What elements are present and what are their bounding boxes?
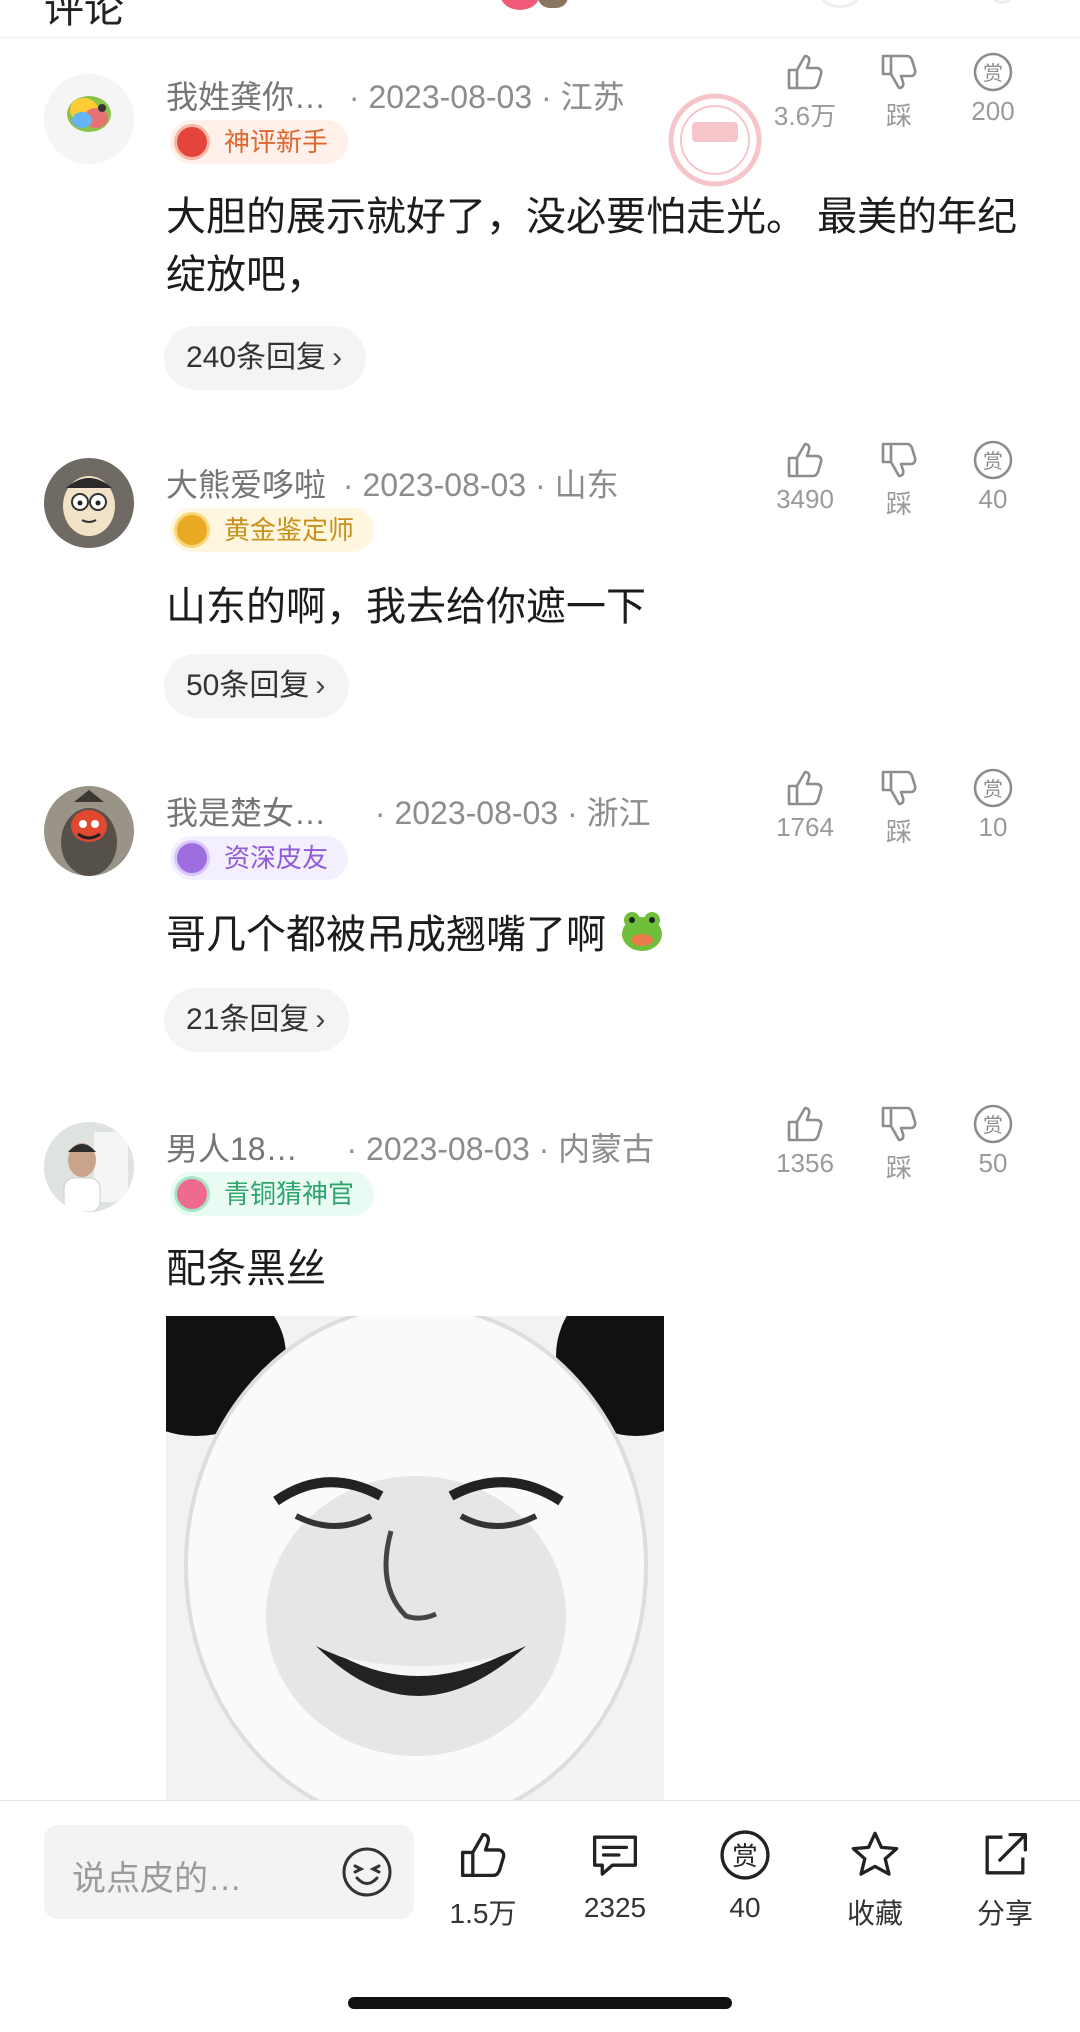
username[interactable]: 我姓龚你… bbox=[166, 79, 326, 115]
post-comment-button[interactable]: 2325 bbox=[560, 1827, 670, 1924]
thumbs-down-icon bbox=[881, 1106, 917, 1142]
reward-button[interactable]: 赏 50 bbox=[948, 1102, 1038, 1179]
svg-text:赏: 赏 bbox=[983, 449, 1003, 473]
favorite-button[interactable]: 收藏 bbox=[820, 1827, 930, 1932]
comment-meta: 男人18… · 2023-08-03 · 内蒙古 bbox=[166, 1124, 654, 1170]
comment-input-placeholder: 说点皮的… bbox=[72, 1860, 242, 1898]
username[interactable]: 男人18… bbox=[166, 1131, 298, 1167]
author-avatar-secondary bbox=[538, 0, 568, 8]
thumbs-up-icon bbox=[787, 1106, 823, 1142]
comment-meta: 我姓龚你… · 2023-08-03 · 江苏 bbox=[166, 72, 625, 118]
header-action-icon[interactable] bbox=[820, 0, 860, 8]
chevron-right-icon: › bbox=[315, 1003, 326, 1036]
thumbs-up-icon bbox=[787, 54, 823, 90]
comment-meta: 我是楚女… · 2023-08-03 · 浙江 bbox=[166, 788, 651, 834]
home-indicator[interactable] bbox=[348, 1997, 732, 2009]
post-like-button[interactable]: 1.5万 bbox=[428, 1827, 538, 1932]
post-reward-button[interactable]: 赏 40 bbox=[690, 1827, 800, 1924]
reward-icon: 赏 bbox=[720, 1830, 770, 1880]
badge-icon bbox=[174, 124, 210, 160]
comment-text: 山东的啊，我去给你遮一下 bbox=[166, 585, 646, 629]
share-button[interactable]: 分享 bbox=[950, 1827, 1060, 1932]
svg-text:赏: 赏 bbox=[983, 1113, 1003, 1137]
avatar[interactable] bbox=[44, 786, 134, 876]
bottom-action-bar: 说点皮的… 1.5万 2325 赏 40 收藏 分享 bbox=[0, 1800, 1080, 2032]
comment-date-location: · 2023-08-03 · 江苏 bbox=[348, 79, 625, 115]
header-more-icon[interactable] bbox=[990, 0, 1014, 4]
chevron-right-icon: › bbox=[315, 669, 326, 702]
reward-icon: 赏 bbox=[973, 440, 1013, 480]
badge-icon bbox=[174, 512, 210, 548]
reward-icon: 赏 bbox=[973, 1104, 1013, 1144]
dislike-button[interactable]: 踩 bbox=[854, 1102, 944, 1185]
comment-meta: 大熊爱哆啦 · 2023-08-03 · 山东 bbox=[166, 460, 619, 506]
thumbs-down-icon bbox=[881, 770, 917, 806]
comment-actions: 3490 踩 赏 40 bbox=[760, 438, 1060, 521]
user-level-badge[interactable]: 黄金鉴定师 bbox=[170, 508, 375, 552]
view-replies-button[interactable]: 50条回复 › bbox=[164, 654, 350, 718]
like-button[interactable]: 1764 bbox=[760, 766, 850, 843]
comment-text: 哥几个都被吊成翘嘴了啊 bbox=[166, 906, 1046, 964]
user-level-badge[interactable]: 青铜猜神官 bbox=[170, 1172, 375, 1216]
dislike-button[interactable]: 踩 bbox=[854, 766, 944, 849]
username[interactable]: 大熊爱哆啦 bbox=[166, 467, 326, 503]
author-avatar[interactable] bbox=[500, 0, 540, 10]
comment-actions: 1764 踩 赏 10 bbox=[760, 766, 1060, 849]
like-button[interactable]: 3.6万 bbox=[760, 50, 850, 133]
avatar[interactable] bbox=[44, 1122, 134, 1212]
comment-date-location: · 2023-08-03 · 浙江 bbox=[374, 795, 651, 831]
page-title: 评论 bbox=[44, 0, 124, 31]
comment-date-location: · 2023-08-03 · 山东 bbox=[342, 467, 619, 503]
thumbs-up-icon bbox=[460, 1832, 506, 1878]
reward-button[interactable]: 赏 40 bbox=[948, 438, 1038, 515]
svg-text:赏: 赏 bbox=[983, 61, 1003, 85]
comment-image-sticker[interactable] bbox=[166, 1316, 664, 1800]
avatar[interactable] bbox=[44, 74, 134, 164]
thumbs-up-icon bbox=[787, 770, 823, 806]
user-level-badge[interactable]: 资深皮友 bbox=[170, 836, 349, 880]
emoji-icon[interactable] bbox=[340, 1845, 394, 1899]
thumbs-up-icon bbox=[787, 442, 823, 478]
avatar[interactable] bbox=[44, 458, 134, 548]
thumbs-down-icon bbox=[881, 54, 917, 90]
comment-text: 大胆的展示就好了，没必要怕走光。 最美的年纪绽放吧， bbox=[166, 195, 1018, 297]
reward-button[interactable]: 赏 200 bbox=[948, 50, 1038, 127]
star-icon bbox=[851, 1831, 899, 1876]
thumbs-down-icon bbox=[881, 442, 917, 478]
view-replies-button[interactable]: 21条回复 › bbox=[164, 988, 350, 1052]
dislike-button[interactable]: 踩 bbox=[854, 50, 944, 133]
comment-actions: 1356 踩 赏 50 bbox=[760, 1102, 1060, 1185]
svg-text:赏: 赏 bbox=[983, 777, 1003, 801]
like-button[interactable]: 3490 bbox=[760, 438, 850, 515]
username[interactable]: 我是楚女… bbox=[166, 795, 326, 831]
comment-input[interactable]: 说点皮的… bbox=[44, 1825, 414, 1919]
top-bar: 评论 bbox=[0, 0, 1080, 38]
badge-icon bbox=[174, 840, 210, 876]
comment-date-location: · 2023-08-03 · 内蒙古 bbox=[346, 1131, 655, 1167]
view-replies-button[interactable]: 240条回复 › bbox=[164, 326, 367, 390]
svg-text:赏: 赏 bbox=[732, 1842, 757, 1872]
badge-icon bbox=[174, 1176, 210, 1212]
dislike-button[interactable]: 踩 bbox=[854, 438, 944, 521]
comment-text: 配条黑丝 bbox=[166, 1247, 326, 1291]
reward-button[interactable]: 赏 10 bbox=[948, 766, 1038, 843]
comment-icon bbox=[592, 1835, 638, 1876]
like-button[interactable]: 1356 bbox=[760, 1102, 850, 1179]
frog-emoji-icon bbox=[622, 912, 663, 951]
reward-icon: 赏 bbox=[973, 768, 1013, 808]
reward-icon: 赏 bbox=[973, 52, 1013, 92]
share-icon bbox=[985, 1832, 1028, 1875]
comment-actions: 3.6万 踩 赏 200 bbox=[760, 50, 1060, 133]
chevron-right-icon: › bbox=[332, 341, 343, 374]
user-level-badge[interactable]: 神评新手 bbox=[170, 120, 349, 164]
